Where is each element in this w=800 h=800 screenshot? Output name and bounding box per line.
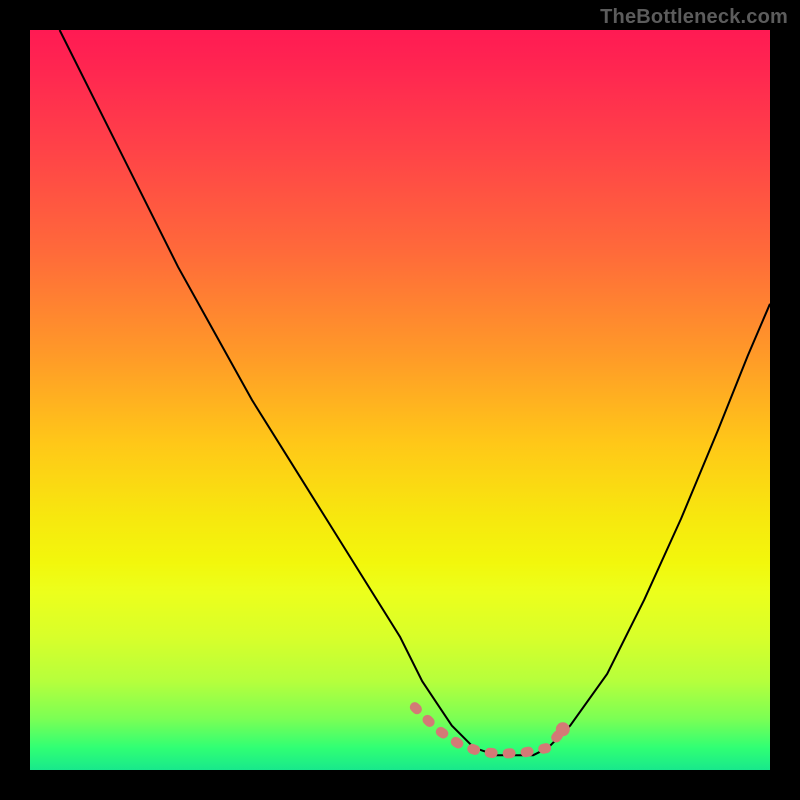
chart-svg <box>30 30 770 770</box>
dotted-band <box>415 707 563 754</box>
curve-line <box>60 30 770 755</box>
end-dot <box>556 722 570 736</box>
plot-area <box>30 30 770 770</box>
watermark-text: TheBottleneck.com <box>600 6 788 29</box>
chart-frame: TheBottleneck.com <box>0 0 800 800</box>
